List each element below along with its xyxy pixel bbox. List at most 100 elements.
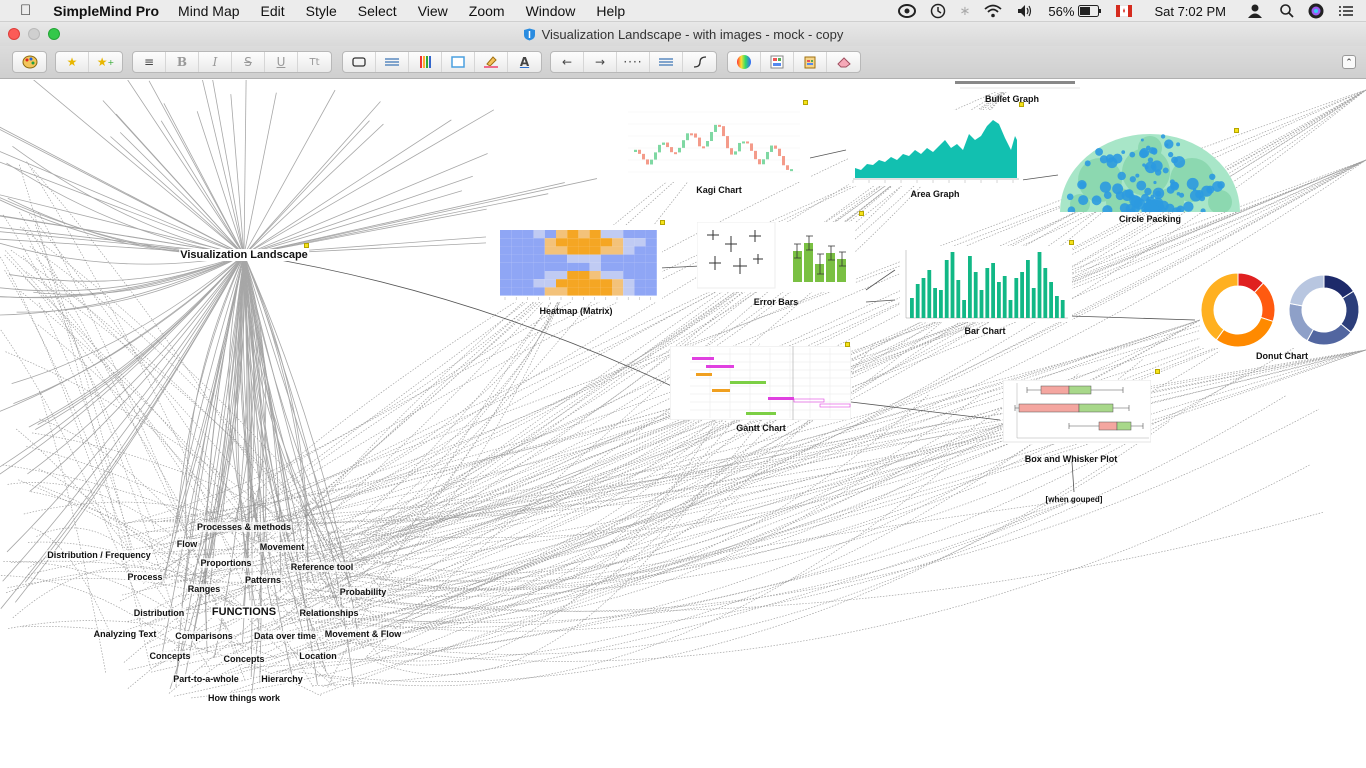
- menu-style[interactable]: Style: [306, 3, 337, 19]
- style-sheet-icon[interactable]: [761, 52, 794, 72]
- note-marker[interactable]: [1155, 369, 1160, 374]
- node-movement-flow[interactable]: Movement & Flow: [323, 629, 403, 639]
- node-area-graph[interactable]: Area Graph: [910, 189, 959, 199]
- bluetooth-icon[interactable]: ∗: [960, 3, 971, 19]
- arrow-left-icon[interactable]: ←: [551, 52, 584, 72]
- node-box-whisker[interactable]: Box and Whisker Plot: [1025, 454, 1118, 464]
- node-error-bars[interactable]: Error Bars: [754, 297, 799, 307]
- node-concepts-1[interactable]: Concepts: [148, 651, 192, 661]
- node-location[interactable]: Location: [298, 651, 338, 661]
- donut-chart-image[interactable]: [1200, 272, 1366, 348]
- menu-edit[interactable]: Edit: [261, 3, 285, 19]
- note-marker[interactable]: [1234, 128, 1239, 133]
- node-analyzing-text[interactable]: Analyzing Text: [92, 629, 158, 639]
- node-gantt-chart[interactable]: Gantt Chart: [736, 423, 786, 433]
- minimize-window-button[interactable]: [28, 28, 40, 40]
- node-processes-methods[interactable]: Processes & methods: [195, 522, 293, 532]
- menu-zoom[interactable]: Zoom: [469, 3, 505, 19]
- star-icon[interactable]: ★: [56, 52, 89, 72]
- text-color-icon[interactable]: A: [508, 52, 541, 72]
- siri-icon[interactable]: [1308, 3, 1324, 19]
- creative-cloud-icon[interactable]: [897, 4, 916, 18]
- spotlight-search-icon[interactable]: [1280, 4, 1294, 18]
- strikethrough-icon[interactable]: S: [232, 52, 265, 72]
- menu-view[interactable]: View: [418, 3, 448, 19]
- dotted-line-icon[interactable]: ····: [617, 52, 650, 72]
- color-stripes-icon[interactable]: [409, 52, 442, 72]
- line-width-icon[interactable]: [650, 52, 683, 72]
- node-distribution[interactable]: Distribution: [132, 608, 186, 618]
- menu-window[interactable]: Window: [526, 3, 576, 19]
- bar-chart-image[interactable]: [900, 246, 1072, 322]
- node-patterns[interactable]: Patterns: [243, 575, 283, 585]
- node-concepts-2[interactable]: Concepts: [222, 654, 266, 664]
- box-whisker-image[interactable]: [1002, 379, 1152, 444]
- node-distribution-frequency[interactable]: Distribution / Frequency: [46, 550, 152, 560]
- flag-canada-icon[interactable]: [1116, 5, 1133, 17]
- wifi-icon[interactable]: [984, 4, 1003, 18]
- node-comparisons[interactable]: Comparisons: [174, 631, 234, 641]
- note-marker[interactable]: [803, 100, 808, 105]
- bullet-graph-image[interactable]: [930, 80, 1095, 92]
- node-when-grouped[interactable]: [when gouped]: [1046, 495, 1103, 504]
- node-donut-chart[interactable]: Donut Chart: [1256, 351, 1308, 361]
- arrow-right-icon[interactable]: →: [584, 52, 617, 72]
- note-marker[interactable]: [859, 211, 864, 216]
- functions-node[interactable]: FUNCTIONS: [210, 606, 278, 618]
- menu-select[interactable]: Select: [358, 3, 397, 19]
- area-graph-image[interactable]: [849, 110, 1023, 186]
- node-relationships[interactable]: Relationships: [298, 608, 360, 618]
- node-ranges[interactable]: Ranges: [186, 584, 222, 594]
- color-wheel-icon[interactable]: [728, 52, 761, 72]
- clock-text[interactable]: Sat 7:02 PM: [1154, 4, 1226, 19]
- kagi-chart-image[interactable]: [628, 104, 810, 182]
- node-data-over-time[interactable]: Data over time: [252, 631, 318, 641]
- collapse-toolbar-button[interactable]: ⌃: [1342, 55, 1356, 69]
- note-marker[interactable]: [304, 243, 309, 248]
- circle-packing-image[interactable]: [1060, 132, 1240, 218]
- heatmap-image[interactable]: [486, 225, 662, 302]
- central-topic[interactable]: Visualization Landscape: [179, 249, 309, 261]
- node-process[interactable]: Process: [126, 572, 164, 582]
- node-how-things-work[interactable]: How things work: [207, 693, 281, 703]
- gantt-chart-image[interactable]: [669, 345, 852, 421]
- time-machine-icon[interactable]: [930, 3, 946, 19]
- bold-icon[interactable]: B: [166, 52, 199, 72]
- node-movement[interactable]: Movement: [258, 542, 306, 552]
- add-star-icon[interactable]: ★ +: [89, 52, 122, 72]
- note-marker[interactable]: [1069, 240, 1074, 245]
- notification-center-icon[interactable]: [1338, 5, 1354, 17]
- node-bar-chart[interactable]: Bar Chart: [964, 326, 1005, 336]
- zoom-window-button[interactable]: [48, 28, 60, 40]
- menu-help[interactable]: Help: [596, 3, 625, 19]
- menu-app-name[interactable]: SimpleMind Pro: [53, 3, 159, 19]
- italic-icon[interactable]: I: [199, 52, 232, 72]
- node-hierarchy[interactable]: Hierarchy: [260, 674, 304, 684]
- curve-line-icon[interactable]: [683, 52, 716, 72]
- align-center-icon[interactable]: ≡: [133, 52, 166, 72]
- volume-icon[interactable]: [1016, 4, 1034, 18]
- node-part-to-whole[interactable]: Part-to-a-whole: [172, 674, 240, 684]
- close-window-button[interactable]: [8, 28, 20, 40]
- node-kagi-chart[interactable]: Kagi Chart: [696, 185, 742, 195]
- node-circle-packing[interactable]: Circle Packing: [1119, 214, 1181, 224]
- text-style-icon[interactable]: Tt: [298, 52, 331, 72]
- node-heatmap[interactable]: Heatmap (Matrix): [539, 306, 612, 316]
- border-color-icon[interactable]: [442, 52, 475, 72]
- node-probability[interactable]: Probability: [338, 587, 388, 597]
- apple-icon[interactable]: : [20, 2, 31, 19]
- user-icon[interactable]: [1248, 4, 1262, 18]
- underline-icon[interactable]: U: [265, 52, 298, 72]
- note-marker[interactable]: [660, 220, 665, 225]
- note-marker[interactable]: [845, 342, 850, 347]
- palette-icon[interactable]: [13, 52, 46, 72]
- shape-rectangle-icon[interactable]: [343, 52, 376, 72]
- battery-icon[interactable]: [1078, 5, 1102, 17]
- node-bullet-graph[interactable]: Bullet Graph: [985, 94, 1039, 104]
- highlighter-icon[interactable]: [475, 52, 508, 72]
- node-reference-tool[interactable]: Reference tool: [289, 562, 355, 572]
- paste-style-icon[interactable]: [794, 52, 827, 72]
- battery-percent[interactable]: 56%: [1048, 4, 1074, 19]
- node-proportions[interactable]: Proportions: [199, 558, 253, 568]
- mind-map-canvas[interactable]: Bullet Graph Kagi Chart Area Graph Circl…: [0, 80, 1366, 768]
